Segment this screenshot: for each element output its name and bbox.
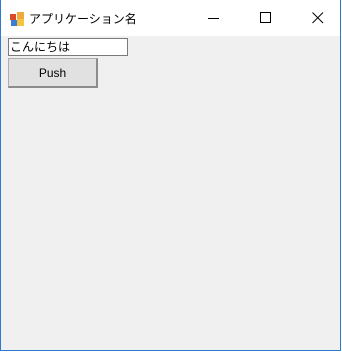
form-client-area: こんにちは Push [1,36,340,350]
maximize-icon [260,12,271,23]
minimize-icon [208,18,219,19]
close-icon [312,12,324,24]
app-icon[interactable] [10,11,24,26]
app-window: アプリケーション名 こんにちは Push [0,0,341,351]
close-button[interactable] [295,0,341,36]
push-button[interactable]: Push [8,58,98,88]
title-bar[interactable]: アプリケーション名 [1,0,340,36]
window-title: アプリケーション名 [29,12,137,26]
greeting-textbox[interactable]: こんにちは [8,38,128,56]
maximize-button[interactable] [243,0,289,36]
minimize-button[interactable] [191,0,237,36]
